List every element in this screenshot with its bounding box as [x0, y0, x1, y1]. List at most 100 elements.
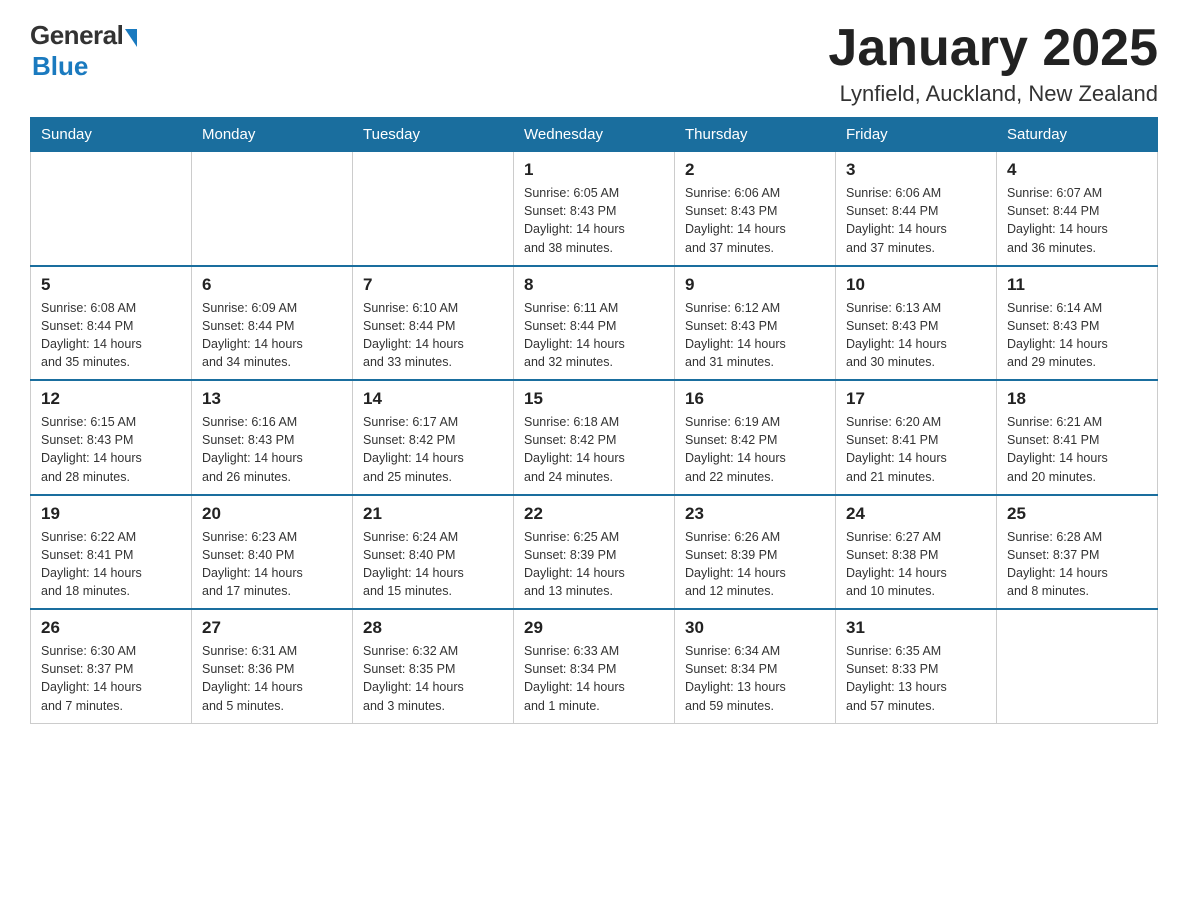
- day-info: Sunrise: 6:21 AM Sunset: 8:41 PM Dayligh…: [1007, 413, 1147, 486]
- calendar-day-cell: 15Sunrise: 6:18 AM Sunset: 8:42 PM Dayli…: [514, 380, 675, 495]
- calendar-day-cell: 30 Sunrise: 6:34 AM Sunset: 8:34 PM Dayli…: [675, 609, 836, 723]
- calendar-day-cell: 22Sunrise: 6:25 AM Sunset: 8:39 PM Dayli…: [514, 495, 675, 610]
- day-info: Sunrise: 6:13 AM Sunset: 8:43 PM Dayligh…: [846, 299, 986, 372]
- calendar-day-cell: 23Sunrise: 6:26 AM Sunset: 8:39 PM Dayli…: [675, 495, 836, 610]
- day-number: 21: [363, 504, 503, 524]
- day-number: 17: [846, 389, 986, 409]
- day-info: Sunrise: 6:22 AM Sunset: 8:41 PM Dayligh…: [41, 528, 181, 601]
- calendar-day-cell: 28 Sunrise: 6:32 AM Sunset: 8:35 PM Dayli…: [353, 609, 514, 723]
- day-number: 27: [202, 618, 342, 638]
- day-info: Sunrise: 6:23 AM Sunset: 8:40 PM Dayligh…: [202, 528, 342, 601]
- calendar-day-cell: 2Sunrise: 6:06 AM Sunset: 8:43 PM Daylig…: [675, 152, 836, 266]
- day-number: 14: [363, 389, 503, 409]
- day-info: Sunrise: 6:11 AM Sunset: 8:44 PM Dayligh…: [524, 299, 664, 372]
- calendar-day-cell: [192, 152, 353, 266]
- day-info: Sunrise: 6:31 AM Sunset: 8:36 PM Dayligh…: [202, 642, 342, 715]
- calendar-day-cell: 29Sunrise: 6:33 AM Sunset: 8:34 PM Dayli…: [514, 609, 675, 723]
- day-number: 25: [1007, 504, 1147, 524]
- calendar-day-cell: 19 Sunrise: 6:22 AM Sunset: 8:41 PM Dayli…: [31, 495, 192, 610]
- day-info: Sunrise: 6:34 AM Sunset: 8:34 PM Dayligh…: [685, 642, 825, 715]
- day-number: 26: [41, 618, 181, 638]
- day-number: 12: [41, 389, 181, 409]
- day-info: Sunrise: 6:08 AM Sunset: 8:44 PM Dayligh…: [41, 299, 181, 372]
- day-number: 19: [41, 504, 181, 524]
- day-info: Sunrise: 6:05 AM Sunset: 8:43 PM Dayligh…: [524, 184, 664, 257]
- calendar-day-cell: 20Sunrise: 6:23 AM Sunset: 8:40 PM Dayli…: [192, 495, 353, 610]
- day-info: Sunrise: 6:27 AM Sunset: 8:38 PM Dayligh…: [846, 528, 986, 601]
- calendar-day-cell: 5 Sunrise: 6:08 AM Sunset: 8:44 PM Daylig…: [31, 266, 192, 381]
- calendar-week-row: 26 Sunrise: 6:30 AM Sunset: 8:37 PM Dayli…: [31, 609, 1158, 723]
- day-info: Sunrise: 6:14 AM Sunset: 8:43 PM Dayligh…: [1007, 299, 1147, 372]
- calendar-week-row: 5 Sunrise: 6:08 AM Sunset: 8:44 PM Daylig…: [31, 266, 1158, 381]
- calendar-day-header: Wednesday: [514, 118, 675, 152]
- day-info: Sunrise: 6:30 AM Sunset: 8:37 PM Dayligh…: [41, 642, 181, 715]
- calendar-day-cell: 16 Sunrise: 6:19 AM Sunset: 8:42 PM Dayli…: [675, 380, 836, 495]
- calendar-day-cell: 17Sunrise: 6:20 AM Sunset: 8:41 PM Dayli…: [836, 380, 997, 495]
- day-number: 8: [524, 275, 664, 295]
- calendar-day-cell: 13 Sunrise: 6:16 AM Sunset: 8:43 PM Dayli…: [192, 380, 353, 495]
- calendar-day-cell: 24 Sunrise: 6:27 AM Sunset: 8:38 PM Dayli…: [836, 495, 997, 610]
- day-number: 31: [846, 618, 986, 638]
- day-number: 5: [41, 275, 181, 295]
- calendar-day-cell: [997, 609, 1158, 723]
- day-number: 11: [1007, 275, 1147, 295]
- day-info: Sunrise: 6:17 AM Sunset: 8:42 PM Dayligh…: [363, 413, 503, 486]
- day-info: Sunrise: 6:06 AM Sunset: 8:44 PM Dayligh…: [846, 184, 986, 257]
- calendar-day-cell: [31, 152, 192, 266]
- calendar-day-cell: 7Sunrise: 6:10 AM Sunset: 8:44 PM Daylig…: [353, 266, 514, 381]
- day-info: Sunrise: 6:07 AM Sunset: 8:44 PM Dayligh…: [1007, 184, 1147, 257]
- day-number: 24: [846, 504, 986, 524]
- calendar-day-cell: 25 Sunrise: 6:28 AM Sunset: 8:37 PM Dayli…: [997, 495, 1158, 610]
- calendar-day-header: Saturday: [997, 118, 1158, 152]
- day-number: 4: [1007, 160, 1147, 180]
- day-number: 1: [524, 160, 664, 180]
- day-info: Sunrise: 6:32 AM Sunset: 8:35 PM Dayligh…: [363, 642, 503, 715]
- day-number: 15: [524, 389, 664, 409]
- day-info: Sunrise: 6:26 AM Sunset: 8:39 PM Dayligh…: [685, 528, 825, 601]
- calendar-day-cell: 27 Sunrise: 6:31 AM Sunset: 8:36 PM Dayli…: [192, 609, 353, 723]
- day-number: 18: [1007, 389, 1147, 409]
- location-subtitle: Lynfield, Auckland, New Zealand: [828, 81, 1158, 107]
- day-info: Sunrise: 6:12 AM Sunset: 8:43 PM Dayligh…: [685, 299, 825, 372]
- day-number: 22: [524, 504, 664, 524]
- logo-general-text: General: [30, 20, 123, 51]
- calendar-day-cell: 26 Sunrise: 6:30 AM Sunset: 8:37 PM Dayli…: [31, 609, 192, 723]
- day-number: 7: [363, 275, 503, 295]
- day-number: 13: [202, 389, 342, 409]
- calendar-day-header: Tuesday: [353, 118, 514, 152]
- calendar-day-header: Thursday: [675, 118, 836, 152]
- calendar-day-cell: 12 Sunrise: 6:15 AM Sunset: 8:43 PM Dayli…: [31, 380, 192, 495]
- calendar-day-cell: 10 Sunrise: 6:13 AM Sunset: 8:43 PM Dayli…: [836, 266, 997, 381]
- logo-arrow-icon: [125, 29, 137, 47]
- day-number: 16: [685, 389, 825, 409]
- calendar-day-cell: 4 Sunrise: 6:07 AM Sunset: 8:44 PM Daylig…: [997, 152, 1158, 266]
- day-number: 6: [202, 275, 342, 295]
- day-number: 28: [363, 618, 503, 638]
- calendar-day-header: Monday: [192, 118, 353, 152]
- calendar-day-cell: 1 Sunrise: 6:05 AM Sunset: 8:43 PM Daylig…: [514, 152, 675, 266]
- day-info: Sunrise: 6:33 AM Sunset: 8:34 PM Dayligh…: [524, 642, 664, 715]
- day-number: 9: [685, 275, 825, 295]
- day-info: Sunrise: 6:06 AM Sunset: 8:43 PM Dayligh…: [685, 184, 825, 257]
- day-info: Sunrise: 6:19 AM Sunset: 8:42 PM Dayligh…: [685, 413, 825, 486]
- day-info: Sunrise: 6:28 AM Sunset: 8:37 PM Dayligh…: [1007, 528, 1147, 601]
- calendar-day-cell: 14 Sunrise: 6:17 AM Sunset: 8:42 PM Dayli…: [353, 380, 514, 495]
- calendar-day-cell: 6Sunrise: 6:09 AM Sunset: 8:44 PM Daylig…: [192, 266, 353, 381]
- page-header: General Blue January 2025 Lynfield, Auck…: [30, 20, 1158, 107]
- calendar-week-row: 19 Sunrise: 6:22 AM Sunset: 8:41 PM Dayli…: [31, 495, 1158, 610]
- day-info: Sunrise: 6:16 AM Sunset: 8:43 PM Dayligh…: [202, 413, 342, 486]
- calendar-day-cell: 21 Sunrise: 6:24 AM Sunset: 8:40 PM Dayli…: [353, 495, 514, 610]
- calendar-day-cell: 9 Sunrise: 6:12 AM Sunset: 8:43 PM Daylig…: [675, 266, 836, 381]
- calendar-day-header: Sunday: [31, 118, 192, 152]
- calendar-week-row: 1 Sunrise: 6:05 AM Sunset: 8:43 PM Daylig…: [31, 152, 1158, 266]
- calendar-day-cell: 11 Sunrise: 6:14 AM Sunset: 8:43 PM Dayli…: [997, 266, 1158, 381]
- day-number: 10: [846, 275, 986, 295]
- day-info: Sunrise: 6:24 AM Sunset: 8:40 PM Dayligh…: [363, 528, 503, 601]
- day-number: 30: [685, 618, 825, 638]
- title-area: January 2025 Lynfield, Auckland, New Zea…: [828, 20, 1158, 107]
- day-number: 3: [846, 160, 986, 180]
- calendar-header-row: SundayMondayTuesdayWednesdayThursdayFrid…: [31, 118, 1158, 152]
- calendar-table: SundayMondayTuesdayWednesdayThursdayFrid…: [30, 117, 1158, 724]
- day-info: Sunrise: 6:15 AM Sunset: 8:43 PM Dayligh…: [41, 413, 181, 486]
- calendar-day-cell: 3 Sunrise: 6:06 AM Sunset: 8:44 PM Daylig…: [836, 152, 997, 266]
